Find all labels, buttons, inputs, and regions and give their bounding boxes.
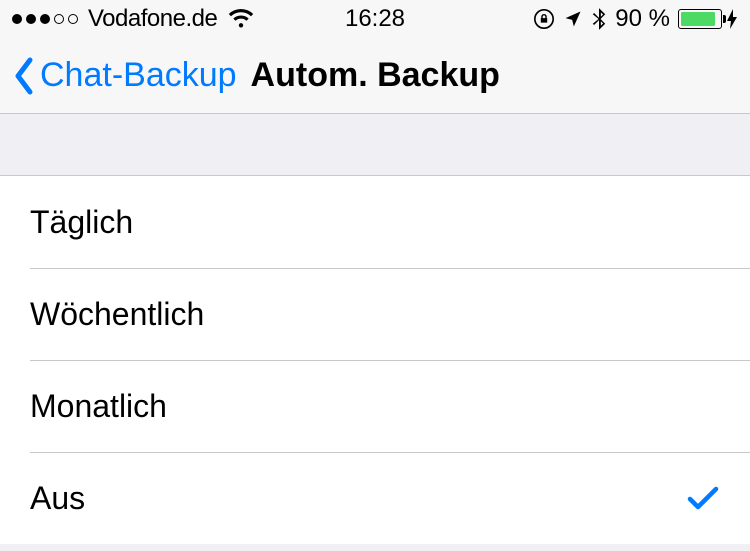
option-daily[interactable]: Täglich [0,176,750,268]
back-label: Chat-Backup [40,56,237,95]
chevron-left-icon [12,56,36,96]
orientation-lock-icon [533,8,555,30]
options-list: Täglich Wöchentlich Monatlich Aus [0,176,750,544]
option-label: Täglich [30,204,133,241]
option-monthly[interactable]: Monatlich [0,360,750,452]
wifi-icon [227,8,255,30]
bluetooth-icon [591,7,607,31]
signal-strength-icon [12,14,78,24]
option-label: Wöchentlich [30,296,204,333]
section-spacer [0,114,750,176]
status-left: Vodafone.de [12,5,255,33]
carrier-label: Vodafone.de [88,5,217,33]
back-button[interactable]: Chat-Backup [12,56,237,96]
battery-fill [681,12,715,26]
status-right: 90 % [533,5,738,33]
clock: 16:28 [345,5,405,33]
charging-icon [726,8,738,30]
battery-icon [678,8,738,30]
location-icon [563,9,583,29]
battery-percent: 90 % [615,5,670,33]
option-off[interactable]: Aus [0,452,750,544]
option-weekly[interactable]: Wöchentlich [0,268,750,360]
option-label: Aus [30,480,85,517]
page-title: Autom. Backup [251,56,500,95]
option-label: Monatlich [30,388,167,425]
nav-bar: Chat-Backup Autom. Backup [0,38,750,114]
status-bar: Vodafone.de 16:28 90 % [0,0,750,38]
checkmark-icon [686,483,720,513]
